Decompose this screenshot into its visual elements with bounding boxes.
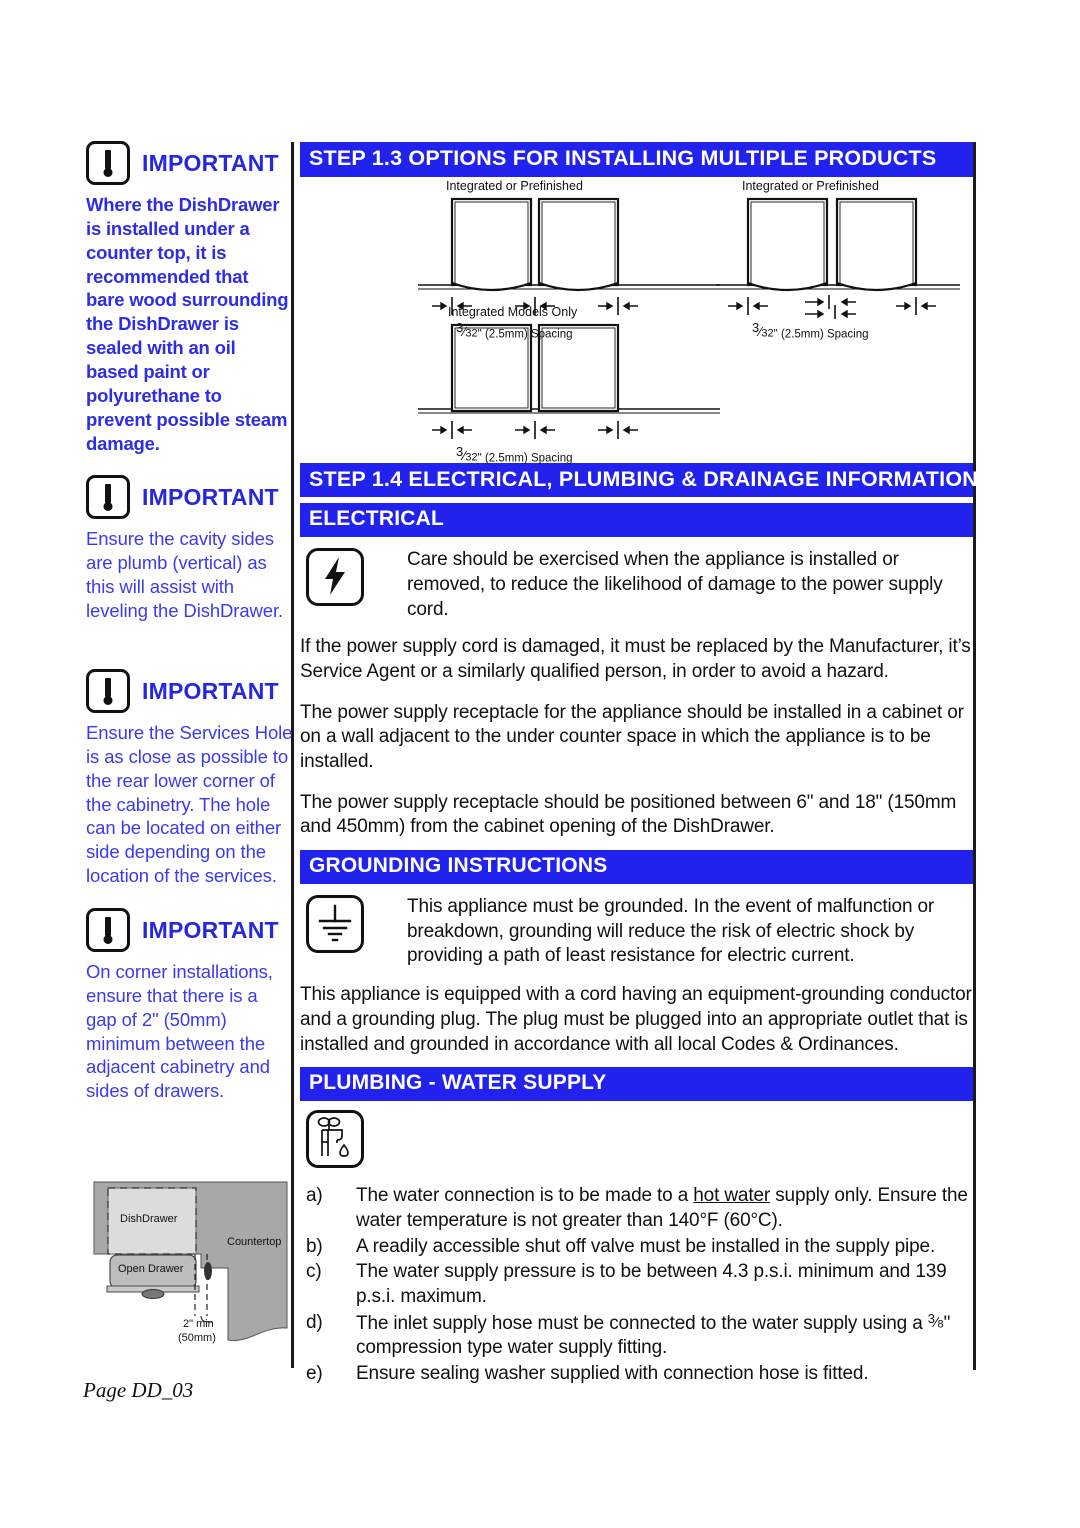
page-right-border (973, 142, 976, 1370)
grounding-icon-row: This appliance must be grounded. In the … (300, 895, 973, 969)
important-body: On corner installations, ensure that the… (86, 961, 273, 1102)
list-text: The inlet supply hose must be connected … (356, 1310, 951, 1359)
corner-diagram-countertop-label: Countertop (227, 1236, 282, 1248)
faucet-icon (306, 1110, 364, 1169)
electrical-icon-paragraph: Care should be exercised when the applia… (407, 549, 943, 620)
lightning-bolt-icon (306, 548, 364, 607)
diagram-caption-3: Integrated Models Only (448, 304, 578, 319)
spacing-denominator-3: 32 (465, 451, 478, 464)
diagram-caption-1: Integrated or Prefinished (446, 178, 583, 193)
corner-diagram-open-drawer-label: Open Drawer (118, 1263, 184, 1275)
spacing-numerator-2: 3 (752, 319, 760, 335)
document-page: IMPORTANT Where the DishDrawer is instal… (0, 0, 1080, 1528)
list-text-before: The inlet supply hose must be connected … (356, 1312, 928, 1334)
spacing-unit-1: " (477, 328, 482, 341)
list-marker: a) (306, 1185, 323, 1207)
step-1-4-heading: STEP 1.4 ELECTRICAL, PLUMBING & DRAINAGE… (300, 462, 978, 498)
list-item: b) A readily accessible shut off valve m… (300, 1235, 973, 1260)
important-body: Ensure the Services Hole is as close as … (86, 722, 293, 887)
exclamation-icon (86, 475, 130, 519)
corner-diagram-dishdrawer-label: DishDrawer (120, 1213, 178, 1225)
fraction-denominator: 8 (937, 1318, 944, 1331)
list-text: Ensure sealing washer supplied with conn… (356, 1363, 869, 1385)
important-label: IMPORTANT (142, 483, 279, 510)
spacing-unit-2: " (773, 328, 778, 341)
hot-water-emphasis: hot water (693, 1185, 771, 1207)
electrical-paragraph-2: The power supply receptacle for the appl… (300, 701, 964, 772)
list-item: e) Ensure sealing washer supplied with c… (300, 1362, 973, 1387)
important-body: Ensure the cavity sides are plumb (verti… (86, 528, 284, 621)
important-notice-3: IMPORTANT Ensure the Services Hole is as… (86, 668, 293, 888)
water-supply-list: a) The water connection is to be made to… (300, 1184, 973, 1386)
grounding-icon-paragraph: This appliance must be grounded. In the … (407, 896, 935, 967)
list-text: The water connection is to be made to a … (356, 1184, 973, 1233)
spacing-metric-2: (2.5mm) Spacing (780, 328, 869, 341)
electrical-paragraph-1: If the power supply cord is damaged, it … (300, 636, 971, 682)
spacing-denominator-1: 32 (465, 327, 478, 340)
spacing-annotation-1: 3⁄32" (2.5mm) Spacing (456, 319, 573, 341)
exclamation-icon (86, 908, 130, 952)
list-item: c) The water supply pressure is to be be… (300, 1260, 973, 1309)
list-marker: d) (306, 1311, 323, 1333)
grounding-paragraph-1: This appliance is equipped with a cord h… (300, 984, 972, 1055)
main-content-column: STEP 1.3 OPTIONS FOR INSTALLING MULTIPLE… (300, 142, 978, 1388)
spacing-metric-3: (2.5mm) Spacing (484, 452, 573, 465)
step-1-3-heading: STEP 1.3 OPTIONS FOR INSTALLING MULTIPLE… (300, 142, 973, 177)
list-marker: b) (306, 1235, 323, 1257)
spacing-denominator-2: 32 (761, 327, 774, 340)
earth-ground-icon (306, 895, 364, 954)
multiple-products-diagram: Integrated or Prefinished Integrated or … (300, 177, 973, 464)
page-label: Page DD_03 (83, 1378, 194, 1402)
list-text: A readily accessible shut off valve must… (356, 1235, 936, 1257)
corner-installation-diagram: DishDrawer Open Drawer Countertop 2" min… (88, 1176, 293, 1356)
corner-diagram-gap-line1: 2" min (183, 1318, 214, 1330)
list-marker: c) (306, 1261, 322, 1283)
fraction-numerator: 3 (927, 1310, 935, 1326)
important-label: IMPORTANT (142, 149, 279, 176)
multiple-products-svg (418, 197, 960, 439)
important-header: IMPORTANT (86, 668, 293, 714)
spacing-annotation-3: 3⁄32" (2.5mm) Spacing (456, 443, 573, 465)
important-body: Where the DishDrawer is installed under … (86, 194, 289, 454)
exclamation-icon (86, 669, 130, 713)
electrical-paragraph-3: The power supply receptacle should be po… (300, 791, 957, 838)
important-label: IMPORTANT (142, 916, 279, 943)
spacing-numerator-3: 3 (456, 443, 464, 459)
important-label: IMPORTANT (142, 677, 279, 704)
list-text-before: The water connection is to be made to a (356, 1185, 694, 1207)
important-notice-2: IMPORTANT Ensure the cavity sides are pl… (86, 474, 291, 622)
spacing-unit-3: " (477, 452, 482, 465)
important-header: IMPORTANT (86, 140, 291, 186)
list-item: a) The water connection is to be made to… (300, 1184, 973, 1233)
spacing-numerator-1: 3 (456, 319, 464, 335)
corner-diagram-gap-line2: (50mm) (178, 1332, 216, 1344)
important-header: IMPORTANT (86, 907, 293, 953)
important-notice-4: IMPORTANT On corner installations, ensur… (86, 907, 293, 1103)
list-marker: e) (306, 1363, 323, 1385)
grounding-heading: GROUNDING INSTRUCTIONS (300, 850, 973, 885)
list-item: d) The inlet supply hose must be connect… (300, 1311, 973, 1361)
spacing-annotation-2: 3⁄32" (2.5mm) Spacing (752, 319, 869, 341)
exclamation-icon (86, 141, 130, 185)
important-notice-1: IMPORTANT Where the DishDrawer is instal… (86, 140, 291, 455)
diagram-caption-2: Integrated or Prefinished (742, 178, 879, 193)
electrical-heading: ELECTRICAL (300, 503, 973, 538)
spacing-metric-1: (2.5mm) Spacing (484, 328, 573, 341)
important-header: IMPORTANT (86, 474, 291, 520)
electrical-icon-row: Care should be exercised when the applia… (300, 548, 973, 622)
plumbing-heading: PLUMBING - WATER SUPPLY (300, 1067, 973, 1102)
list-text: The water supply pressure is to be betwe… (356, 1261, 947, 1308)
